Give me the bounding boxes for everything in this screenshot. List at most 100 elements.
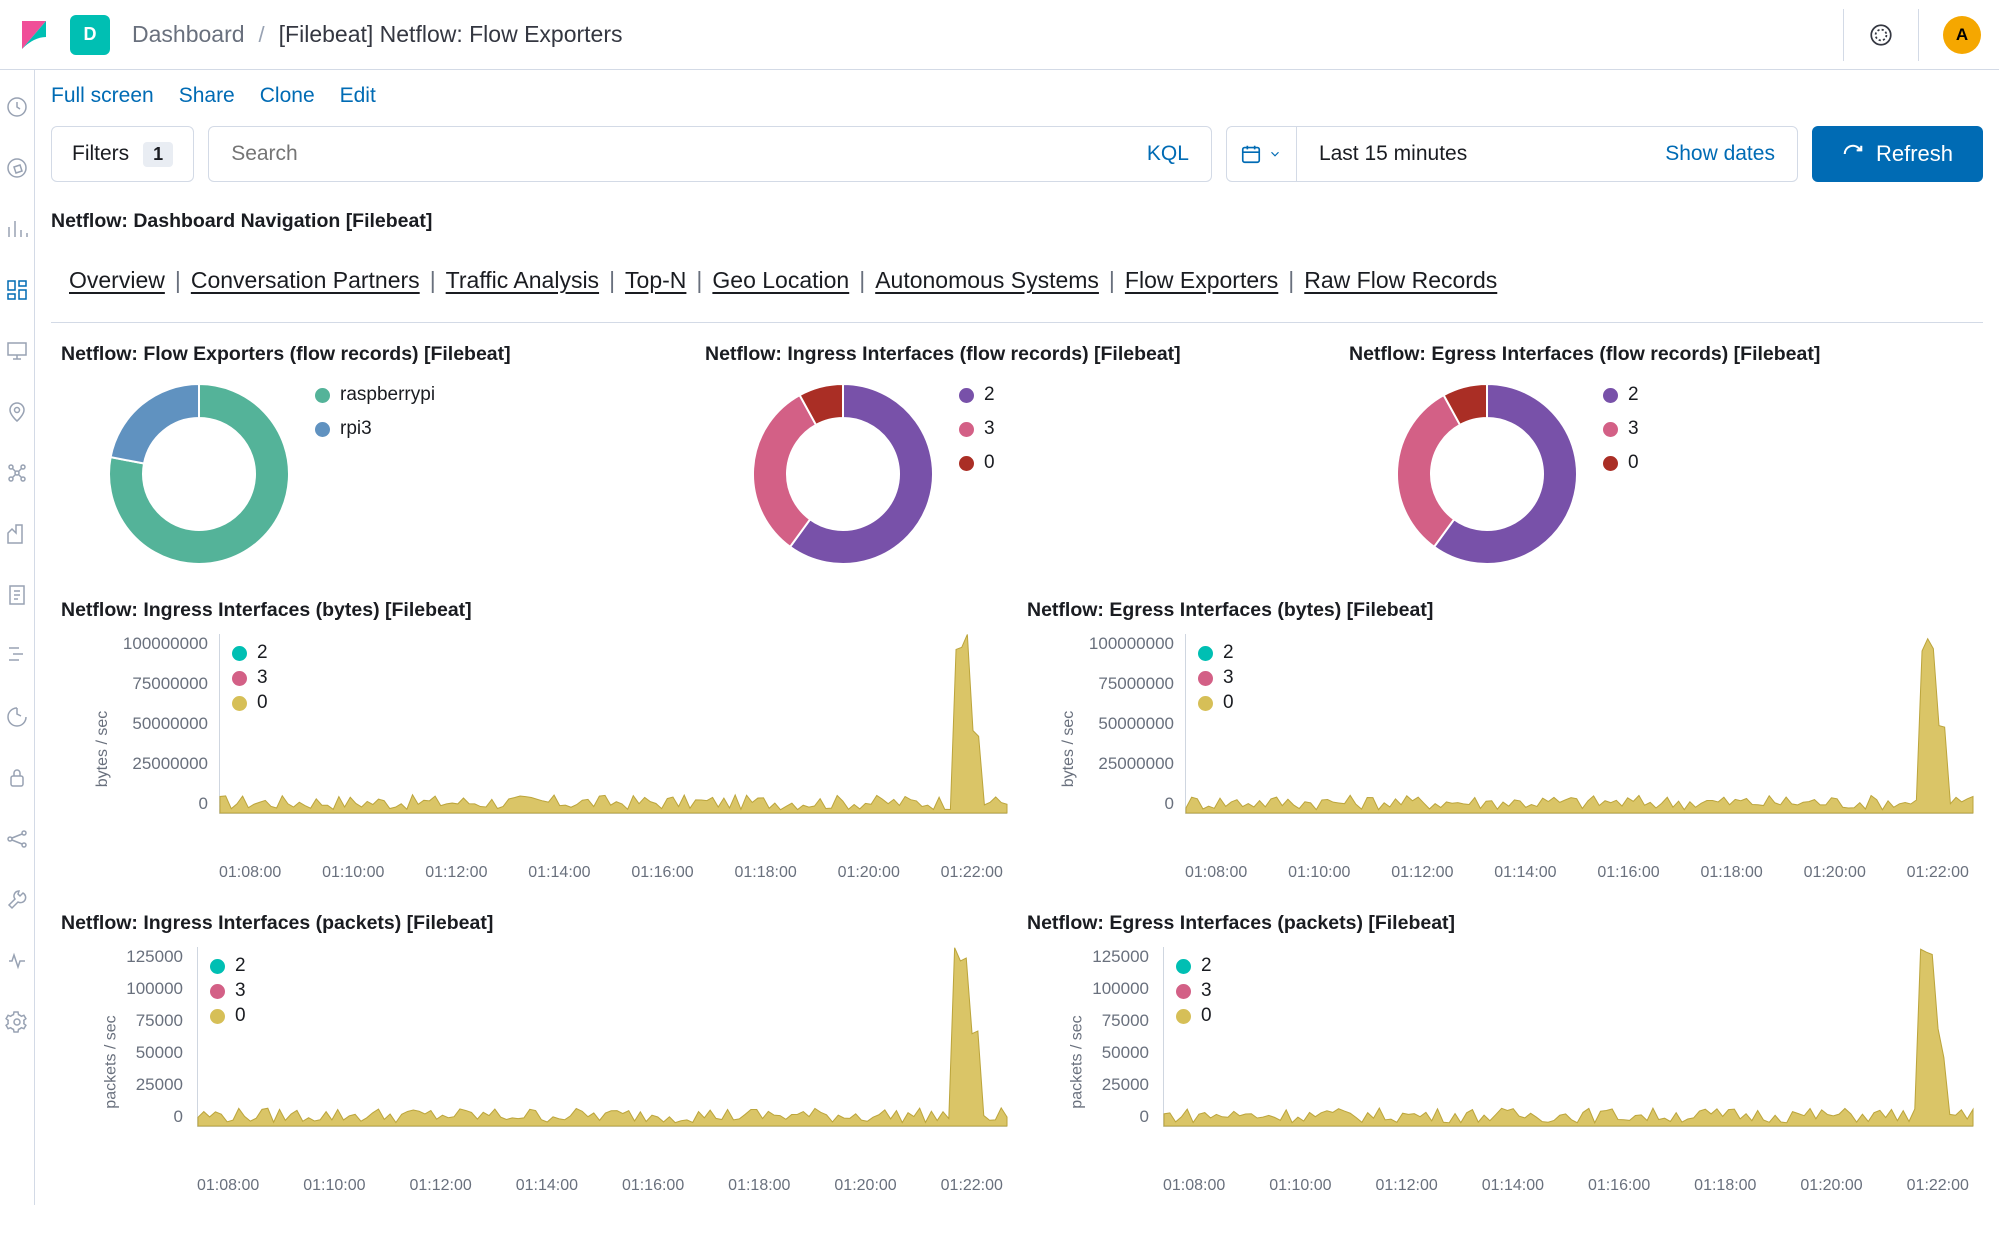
- nav-uptime-icon[interactable]: [3, 703, 31, 731]
- legend-item[interactable]: 2: [959, 384, 995, 406]
- panel-title: Netflow: Flow Exporters (flow records) […: [61, 343, 685, 366]
- search-bar[interactable]: KQL: [208, 126, 1212, 182]
- legend-item[interactable]: 3: [959, 418, 995, 440]
- legend-label: 0: [257, 692, 268, 714]
- legend-label: 2: [235, 955, 246, 977]
- line-panel: Netflow: Egress Interfaces (bytes) [File…: [1017, 579, 1983, 892]
- line-chart[interactable]: bytes / sec 1000000007500000050000000250…: [1027, 634, 1973, 864]
- legend-label: 0: [1628, 452, 1639, 474]
- donut-chart[interactable]: [109, 384, 289, 569]
- line-chart[interactable]: packets / sec 12500010000075000500002500…: [61, 947, 1007, 1177]
- legend-label: 0: [1223, 692, 1234, 714]
- nav-panel-title: Netflow: Dashboard Navigation [Filebeat]: [51, 210, 1983, 233]
- line-chart[interactable]: bytes / sec 1000000007500000050000000250…: [61, 634, 1007, 864]
- refresh-icon: [1842, 143, 1864, 165]
- legend-swatch: [1176, 959, 1191, 974]
- breadcrumb-current[interactable]: [Filebeat] Netflow: Flow Exporters: [279, 21, 623, 48]
- nav-visualize-icon[interactable]: [3, 215, 31, 243]
- nav-link-raw-flow-records[interactable]: Raw Flow Records: [1304, 267, 1497, 294]
- donut-panel: Netflow: Ingress Interfaces (flow record…: [695, 323, 1339, 579]
- donut-panel: Netflow: Flow Exporters (flow records) […: [51, 323, 695, 579]
- legend-swatch: [315, 422, 330, 437]
- share-button[interactable]: Share: [179, 84, 235, 108]
- legend-label: 2: [984, 384, 995, 406]
- nav-dev-tools-icon[interactable]: [3, 886, 31, 914]
- donut-chart[interactable]: [1397, 384, 1577, 569]
- y-ticks: 1250001000007500050000250000: [1027, 947, 1157, 1127]
- donut-chart[interactable]: [753, 384, 933, 569]
- nav-management-icon[interactable]: [3, 1008, 31, 1036]
- legend-item[interactable]: 3: [232, 667, 268, 689]
- nav-siem-icon[interactable]: [3, 764, 31, 792]
- edit-button[interactable]: Edit: [340, 84, 376, 108]
- legend-item[interactable]: raspberrypi: [315, 384, 435, 406]
- nav-link-autonomous-systems[interactable]: Autonomous Systems: [875, 267, 1099, 294]
- legend-label: 0: [1201, 1005, 1212, 1027]
- nav-logs-icon[interactable]: [3, 581, 31, 609]
- kibana-logo-icon[interactable]: [18, 19, 50, 51]
- refresh-button[interactable]: Refresh: [1812, 126, 1983, 182]
- panel-title: Netflow: Ingress Interfaces (bytes) [Fil…: [61, 599, 1007, 622]
- breadcrumb: Dashboard / [Filebeat] Netflow: Flow Exp…: [132, 21, 623, 48]
- nav-link-overview[interactable]: Overview: [69, 267, 165, 294]
- nav-link-top-n[interactable]: Top-N: [625, 267, 686, 294]
- nav-link-flow-exporters[interactable]: Flow Exporters: [1125, 267, 1278, 294]
- chart-legend: 2 3 0: [232, 642, 268, 714]
- nav-canvas-icon[interactable]: [3, 337, 31, 365]
- nav-ml-icon[interactable]: [3, 459, 31, 487]
- y-ticks: 1250001000007500050000250000: [61, 947, 191, 1127]
- legend-item[interactable]: 2: [1198, 642, 1234, 664]
- legend-swatch: [959, 388, 974, 403]
- chart-legend: 2 3 0: [1198, 642, 1234, 714]
- legend-item[interactable]: 2: [232, 642, 268, 664]
- x-ticks: 01:08:0001:10:0001:12:0001:14:0001:16:00…: [1105, 1177, 1973, 1195]
- app-tile-dashboard[interactable]: D: [70, 15, 110, 55]
- line-panel: Netflow: Ingress Interfaces (bytes) [Fil…: [51, 579, 1017, 892]
- legend-item[interactable]: 2: [1176, 955, 1212, 977]
- date-range-display[interactable]: Last 15 minutes Show dates: [1297, 127, 1797, 181]
- nav-recently-viewed-icon[interactable]: [3, 93, 31, 121]
- legend-item[interactable]: 2: [1603, 384, 1639, 406]
- breadcrumb-root[interactable]: Dashboard: [132, 21, 245, 48]
- legend-item[interactable]: rpi3: [315, 418, 435, 440]
- nav-dashboard-icon[interactable]: [3, 276, 31, 304]
- legend-label: 0: [235, 1005, 246, 1027]
- legend-item[interactable]: 0: [959, 452, 995, 474]
- legend-item[interactable]: 0: [1198, 692, 1234, 714]
- donut-panel: Netflow: Egress Interfaces (flow records…: [1339, 323, 1983, 579]
- nav-apm-icon[interactable]: [3, 642, 31, 670]
- nav-monitoring-icon[interactable]: [3, 947, 31, 975]
- legend-item[interactable]: 3: [1176, 980, 1212, 1002]
- nav-graph-icon[interactable]: [3, 825, 31, 853]
- line-chart[interactable]: packets / sec 12500010000075000500002500…: [1027, 947, 1973, 1177]
- legend-item[interactable]: 3: [1603, 418, 1639, 440]
- nav-link-geo-location[interactable]: Geo Location: [712, 267, 849, 294]
- legend-swatch: [1176, 984, 1191, 999]
- nav-maps-icon[interactable]: [3, 398, 31, 426]
- chart-legend: raspberrypi rpi3: [315, 384, 435, 440]
- full-screen-button[interactable]: Full screen: [51, 84, 154, 108]
- nav-metrics-icon[interactable]: [3, 520, 31, 548]
- legend-item[interactable]: 0: [210, 1005, 246, 1027]
- search-input[interactable]: [231, 142, 1129, 166]
- kql-toggle[interactable]: KQL: [1129, 142, 1189, 166]
- chart-legend: 2 3 0: [1176, 955, 1212, 1027]
- nav-link-traffic-analysis[interactable]: Traffic Analysis: [446, 267, 599, 294]
- legend-item[interactable]: 3: [1198, 667, 1234, 689]
- legend-item[interactable]: 0: [1176, 1005, 1212, 1027]
- newsfeed-icon[interactable]: [1868, 22, 1894, 48]
- legend-item[interactable]: 0: [1603, 452, 1639, 474]
- legend-item[interactable]: 3: [210, 980, 246, 1002]
- user-avatar[interactable]: A: [1943, 16, 1981, 54]
- legend-swatch: [1603, 422, 1618, 437]
- nav-discover-icon[interactable]: [3, 154, 31, 182]
- nav-link-conversation-partners[interactable]: Conversation Partners: [191, 267, 420, 294]
- panel-title: Netflow: Egress Interfaces (packets) [Fi…: [1027, 912, 1973, 935]
- legend-item[interactable]: 2: [210, 955, 246, 977]
- legend-swatch: [1603, 456, 1618, 471]
- date-quick-select[interactable]: [1227, 127, 1297, 181]
- filters-button[interactable]: Filters 1: [51, 126, 194, 182]
- clone-button[interactable]: Clone: [260, 84, 315, 108]
- show-dates-link[interactable]: Show dates: [1665, 142, 1775, 166]
- legend-item[interactable]: 0: [232, 692, 268, 714]
